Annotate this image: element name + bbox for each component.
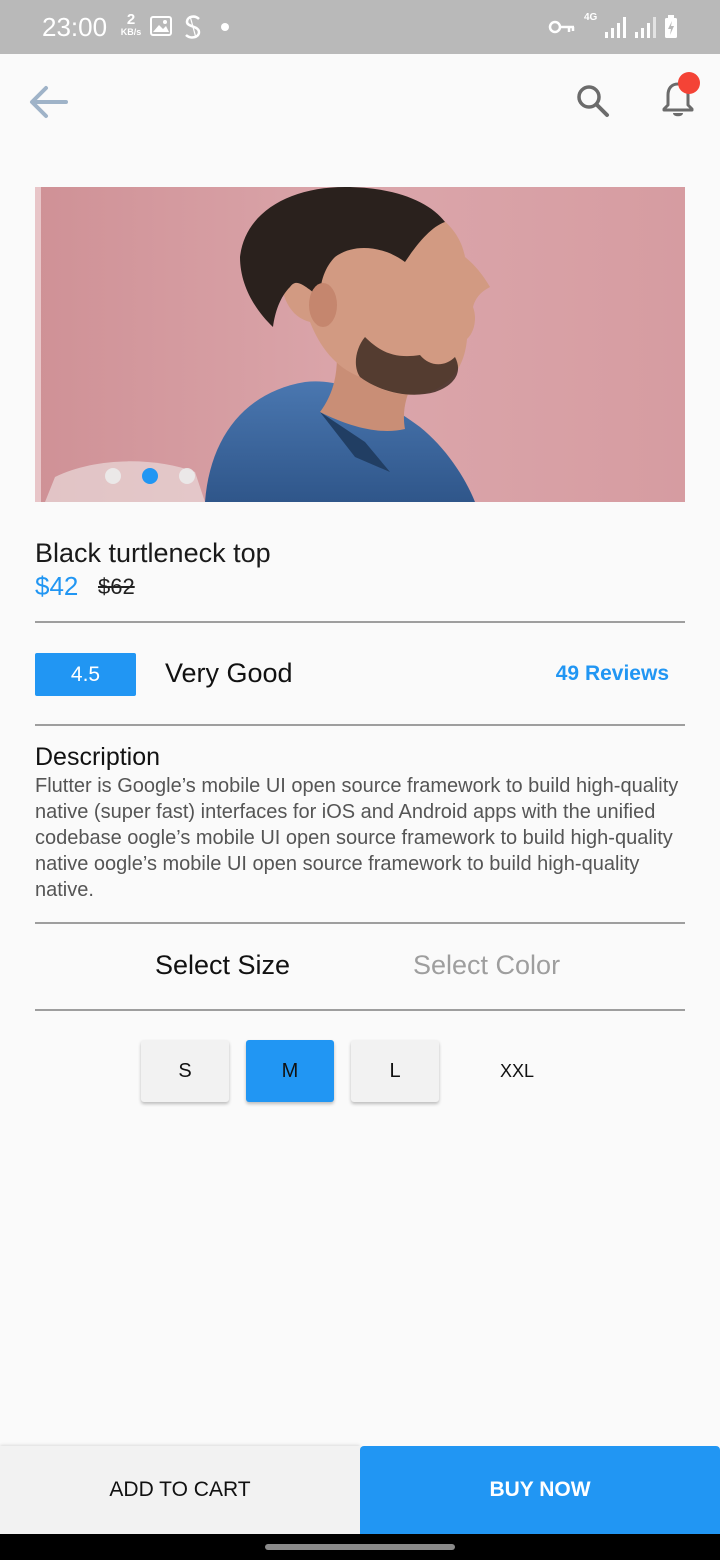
carousel-indicators	[105, 468, 195, 484]
rating-label: Very Good	[165, 658, 293, 688]
divider	[35, 1009, 685, 1011]
product-price: $42	[35, 571, 79, 601]
search-button[interactable]	[570, 80, 616, 126]
rating-badge: 4.5	[35, 653, 136, 696]
divider	[35, 621, 685, 623]
home-gesture-handle[interactable]	[265, 1544, 455, 1550]
search-icon	[576, 84, 610, 123]
notification-badge	[678, 72, 700, 94]
description-text: Flutter is Google’s mobile UI open sourc…	[35, 775, 679, 901]
app-bar	[0, 54, 720, 154]
carousel-dot[interactable]	[105, 468, 121, 484]
product-old-price: $62	[98, 574, 135, 599]
arrow-back-icon	[28, 85, 68, 124]
size-option-l[interactable]: L	[351, 1040, 439, 1102]
battery-charging-icon	[664, 15, 678, 44]
buy-now-button[interactable]: BUY NOW	[360, 1446, 720, 1534]
tab-select-size[interactable]: Select Size	[155, 950, 290, 981]
size-option-s[interactable]: S	[141, 1040, 229, 1102]
notification-dot-icon	[221, 23, 229, 31]
app-s-icon	[182, 14, 204, 45]
product-image-carousel[interactable]	[35, 187, 685, 502]
vpn-key-icon	[548, 20, 576, 39]
network-type-label: 4G	[584, 12, 598, 23]
carousel-dot[interactable]	[179, 468, 195, 484]
gallery-icon	[150, 16, 172, 41]
carousel-dot-active[interactable]	[142, 468, 158, 484]
network-type: 4G	[584, 13, 597, 23]
product-photo	[35, 187, 685, 502]
back-button[interactable]	[24, 82, 72, 126]
size-option-xxl[interactable]: XXL	[473, 1040, 561, 1102]
size-option-m[interactable]: M	[246, 1040, 334, 1102]
tab-select-color[interactable]: Select Color	[413, 950, 560, 981]
divider	[35, 724, 685, 726]
signal-2-icon	[634, 15, 660, 44]
reviews-link[interactable]: 49 Reviews	[556, 662, 669, 686]
signal-1-icon	[604, 15, 630, 44]
product-title: Black turtleneck top	[35, 538, 271, 568]
add-to-cart-button[interactable]: ADD TO CART	[0, 1446, 360, 1534]
network-speed-unit: KB/s	[120, 27, 142, 37]
status-bar: 23:00 2 KB/s 4G	[0, 0, 720, 54]
description-heading: Description	[35, 743, 161, 771]
divider	[35, 922, 685, 924]
status-time: 23:00	[42, 12, 108, 42]
network-speed-value: 2	[126, 11, 136, 28]
system-nav-bar	[0, 1534, 720, 1560]
network-speed: 2 KB/s	[116, 12, 146, 37]
